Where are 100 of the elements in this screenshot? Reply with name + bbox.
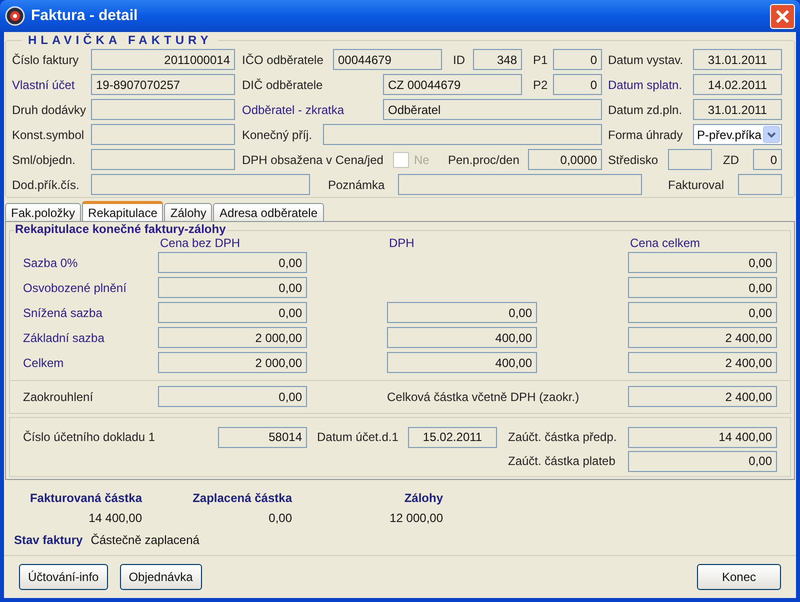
- input-field[interactable]: 2 400,00: [628, 352, 777, 373]
- tab[interactable]: Fak.položky: [5, 203, 82, 221]
- input-field[interactable]: 2 000,00: [158, 352, 307, 373]
- payment-select[interactable]: P-přev.příka: [693, 124, 782, 145]
- field-label[interactable]: Vlastní účet: [12, 76, 91, 94]
- select-value: P-přev.příka: [697, 126, 762, 144]
- input-field[interactable]: 0,00: [628, 277, 777, 298]
- input-field[interactable]: 2 400,00: [628, 327, 777, 348]
- input-field[interactable]: 31.01.2011: [693, 49, 782, 70]
- row-label: Sazba 0%: [23, 254, 79, 272]
- input-field[interactable]: [398, 174, 642, 195]
- row-label: Snížená sazba: [23, 304, 104, 322]
- status-value: Částečně zaplacená: [90, 532, 200, 549]
- summary-label: Zaplacená částka: [192, 490, 292, 507]
- tab[interactable]: Rekapitulace: [82, 201, 164, 221]
- field-label: Datum zd.pln.: [608, 102, 684, 118]
- field-label: Druh dodávky: [12, 102, 88, 118]
- input-field[interactable]: 0,00: [158, 302, 307, 323]
- input-field[interactable]: Odběratel: [383, 99, 602, 120]
- field-label: Středisko: [608, 152, 660, 168]
- field-label: Konst.symbol: [12, 126, 86, 144]
- field-label: Poznámka: [328, 176, 386, 194]
- input-field[interactable]: 2 000,00: [158, 327, 307, 348]
- input-field[interactable]: 2 400,00: [628, 386, 777, 407]
- field-label: Pen.proc/den: [448, 152, 520, 168]
- input-field[interactable]: 0: [553, 74, 602, 95]
- row-label: Základní sazba: [23, 330, 106, 346]
- input-field[interactable]: 19-8907070257: [91, 74, 235, 95]
- group-title: Rekapitulace konečné faktury-zálohy: [14, 222, 227, 237]
- row-label: Celková částka včetně DPH (zaokr.): [387, 388, 580, 406]
- field-label: Konečný příj.: [242, 126, 314, 144]
- input-field[interactable]: 0,00: [628, 450, 777, 472]
- input-field[interactable]: 0,00: [387, 302, 537, 323]
- dialog-button[interactable]: Účtování-info: [19, 564, 108, 590]
- field-label: DPH obsažena v Cena/jed: [242, 152, 384, 168]
- summary-value: 14 400,00: [88, 510, 142, 527]
- field-label: Číslo faktury: [12, 52, 80, 68]
- field-label: Fakturoval: [668, 176, 726, 194]
- row-label: Zaúčt. částka plateb: [508, 453, 616, 470]
- field-label: Dod.přík.čís.: [12, 176, 80, 194]
- field-label: P2: [533, 76, 549, 94]
- row-label: Osvobozené plnění: [23, 280, 128, 296]
- tab[interactable]: Zálohy: [164, 203, 212, 221]
- emblem-icon: [5, 6, 25, 26]
- input-field[interactable]: 14.02.2011: [693, 74, 782, 95]
- column-header: Cena celkem: [630, 236, 700, 250]
- input-field[interactable]: [91, 124, 235, 145]
- field-label: ID: [453, 52, 466, 68]
- input-field[interactable]: 0,00: [158, 277, 307, 298]
- field-label: DIČ odběratele: [242, 76, 324, 94]
- chevron-down-icon: [763, 126, 780, 143]
- input-field[interactable]: 348: [473, 49, 522, 70]
- input-field[interactable]: 0: [553, 49, 602, 70]
- summary-label: Zálohy: [404, 490, 443, 507]
- summary-label: Fakturovaná částka: [30, 490, 142, 507]
- row-label: Datum účet.d.1: [317, 429, 400, 446]
- input-field[interactable]: 58014: [218, 426, 307, 448]
- tab[interactable]: Adresa odběratele: [213, 203, 324, 221]
- status-label: Stav faktury: [14, 532, 83, 549]
- field-label: IČO odběratele: [242, 52, 324, 68]
- field-label: P1: [533, 52, 549, 68]
- input-field[interactable]: 0,00: [628, 252, 777, 273]
- input-field[interactable]: 2011000014: [91, 49, 235, 70]
- field-label: Forma úhrady: [608, 126, 684, 144]
- input-field[interactable]: 00044679: [333, 49, 442, 70]
- input-field[interactable]: [738, 174, 782, 195]
- input-field[interactable]: 31.01.2011: [693, 99, 782, 120]
- input-field[interactable]: 400,00: [387, 327, 537, 348]
- dialog-button[interactable]: Konec: [697, 564, 781, 590]
- input-field[interactable]: [91, 99, 235, 120]
- field-label[interactable]: Datum splatn.: [608, 76, 693, 94]
- row-label: Číslo účetního dokladu 1: [23, 429, 156, 446]
- input-field[interactable]: 0,0000: [528, 149, 602, 170]
- input-field[interactable]: 0,00: [628, 302, 777, 323]
- field-label: Sml/objedn.: [12, 152, 76, 168]
- checkbox-label: Ne: [414, 152, 430, 168]
- summary-value: 12 000,00: [390, 510, 443, 527]
- input-field[interactable]: CZ 00044679: [383, 74, 522, 95]
- field-label: Datum vystav.: [608, 52, 684, 68]
- input-field[interactable]: 14 400,00: [628, 426, 777, 448]
- column-header: DPH: [389, 236, 416, 250]
- window-title: Faktura - detail: [31, 6, 138, 26]
- close-button[interactable]: [770, 4, 795, 28]
- input-field[interactable]: 0,00: [158, 386, 307, 407]
- row-label: Zaúčt. částka předp.: [508, 429, 618, 446]
- input-field[interactable]: [323, 124, 602, 145]
- input-field[interactable]: [91, 149, 235, 170]
- input-field[interactable]: 15.02.2011: [408, 426, 497, 448]
- row-label: Zaokrouhlení: [23, 388, 94, 406]
- input-field[interactable]: 400,00: [387, 352, 537, 373]
- input-field[interactable]: 0,00: [158, 252, 307, 273]
- input-field[interactable]: [91, 174, 310, 195]
- field-label[interactable]: Odběratel - zkratka: [242, 100, 383, 118]
- input-field[interactable]: 0: [753, 149, 782, 170]
- input-field[interactable]: [668, 149, 712, 170]
- group-title: HLAVIČKA FAKTURY: [27, 33, 214, 47]
- column-header: Cena bez DPH: [160, 236, 242, 250]
- summary-value: 0,00: [268, 510, 292, 527]
- dialog-button[interactable]: Objednávka: [120, 564, 202, 590]
- field-label: ZD: [723, 152, 740, 168]
